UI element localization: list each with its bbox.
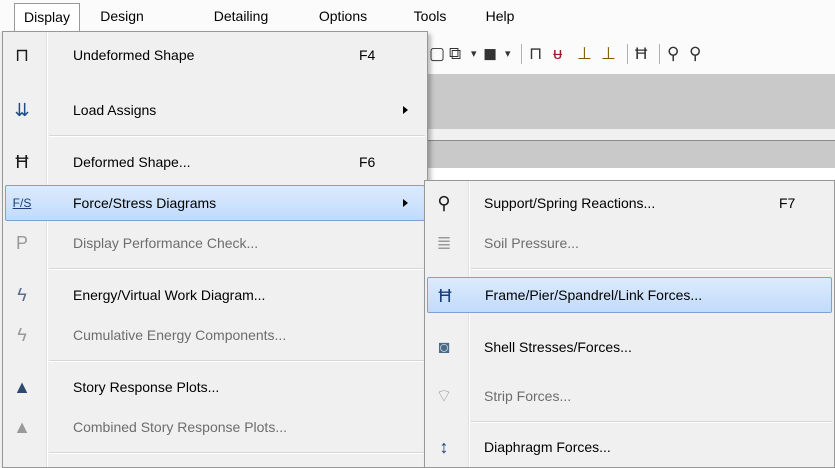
menu-tools-label: Tools: [413, 8, 447, 24]
undeformed-shape-icon: ⊓: [14, 45, 30, 65]
reactions-icon[interactable]: ⚲: [667, 44, 679, 64]
menu-design[interactable]: Design: [86, 3, 158, 29]
deformed-view-icon[interactable]: ᵾ: [553, 44, 562, 64]
frame-icon[interactable]: Ħ: [635, 44, 647, 64]
menu-item-story-response-plots[interactable]: ▲ Story Response Plots...: [5, 369, 425, 405]
menu-item-label: Frame/Pier/Spandrel/Link Forces...: [485, 287, 703, 303]
strip-forces-icon: ⌔: [435, 386, 453, 406]
menu-display-label: Display: [24, 9, 70, 25]
menu-item-label: Support/Spring Reactions...: [484, 195, 656, 211]
cumulative-energy-icon: ϟ: [17, 325, 27, 345]
menu-item-label: Diaphragm Forces...: [484, 439, 611, 455]
menu-item-label: Display Performance Check...: [73, 235, 259, 251]
view-box-icon[interactable]: ▢: [429, 44, 445, 64]
shortcut-label: F6: [359, 154, 376, 170]
toolbar: ▢ ⧉ ▾ ◼ ▾ ⊓ ᵾ ⊥ ⊥ Ħ ⚲ ⚲: [427, 32, 835, 74]
menu-item-label: Soil Pressure...: [484, 235, 579, 251]
menu-item-combined-story-response: ▲ Combined Story Response Plots...: [5, 409, 425, 445]
menu-item-undeformed-shape[interactable]: ⊓ Undeformed Shape F4: [5, 37, 425, 73]
menu-item-label: Strip Forces...: [484, 388, 572, 404]
menu-separator: [471, 268, 832, 270]
shell-stresses-icon: ◙: [438, 337, 450, 357]
menu-item-frame-pier-spandrel-link-forces[interactable]: Ħ Frame/Pier/Spandrel/Link Forces...: [427, 277, 832, 313]
load-view-icon[interactable]: ⊥: [577, 44, 592, 64]
performance-check-icon: P: [15, 233, 28, 253]
menu-detailing-label: Detailing: [213, 8, 269, 24]
menu-help[interactable]: Help: [475, 3, 525, 29]
dropdown-arrow-icon[interactable]: ▾: [471, 44, 477, 64]
load-assign-view-icon[interactable]: ⊥: [601, 44, 616, 64]
menu-item-load-assigns[interactable]: ⇊ Load Assigns: [5, 92, 425, 128]
support-reactions-icon: ⚲: [437, 193, 451, 213]
menu-item-label: Load Assigns: [73, 102, 157, 118]
menu-options[interactable]: Options: [304, 3, 382, 29]
load-assigns-icon: ⇊: [14, 100, 30, 120]
menu-item-soil-pressure: ≣ Soil Pressure...: [427, 225, 832, 261]
menu-detailing[interactable]: Detailing: [196, 3, 286, 29]
submenu-arrow-icon: [403, 106, 408, 114]
menu-item-display-performance-check: P Display Performance Check...: [5, 225, 425, 261]
menu-separator: [49, 268, 425, 270]
menu-separator: [471, 421, 832, 423]
deformed-shape-icon: Ħ: [15, 152, 29, 172]
toolbar-separator: [627, 44, 628, 64]
view-3d-icon[interactable]: ⧉: [449, 44, 461, 64]
menu-item-shell-stresses-forces[interactable]: ◙ Shell Stresses/Forces...: [427, 329, 832, 365]
diaphragm-forces-icon: ↕: [439, 437, 449, 457]
shaded-view-icon[interactable]: ◼: [483, 44, 497, 64]
menu-separator: [49, 360, 425, 362]
menu-item-label: Undeformed Shape: [73, 47, 195, 63]
menu-separator: [49, 135, 425, 137]
menu-item-label: Deformed Shape...: [73, 154, 191, 170]
workspace-band: [427, 74, 835, 129]
menu-item-label: Shell Stresses/Forces...: [484, 339, 632, 355]
menu-item-force-stress-diagrams[interactable]: F/S Force/Stress Diagrams: [5, 185, 425, 221]
menu-item-strip-forces: ⌔ Strip Forces...: [427, 378, 832, 414]
menu-item-label: Combined Story Response Plots...: [73, 419, 287, 435]
menu-separator: [49, 452, 425, 454]
soil-pressure-icon: ≣: [436, 233, 452, 253]
menu-item-support-spring-reactions[interactable]: ⚲ Support/Spring Reactions... F7: [427, 185, 832, 221]
menu-item-label: Story Response Plots...: [73, 379, 220, 395]
menu-item-label: Force/Stress Diagrams: [73, 195, 217, 211]
shortcut-label: F7: [779, 195, 796, 211]
menu-bar: Display Design Detailing Options Tools H…: [0, 0, 835, 33]
menu-item-diaphragm-forces[interactable]: ↕ Diaphragm Forces...: [427, 429, 832, 465]
undeformed-view-icon[interactable]: ⊓: [529, 44, 542, 64]
menu-options-label: Options: [318, 8, 368, 24]
menu-item-label: Cumulative Energy Components...: [73, 327, 287, 343]
story-response-icon: ▲: [13, 377, 31, 397]
menu-item-deformed-shape[interactable]: Ħ Deformed Shape... F6: [5, 144, 425, 180]
menu-design-label: Design: [100, 8, 144, 24]
combined-story-icon: ▲: [13, 417, 31, 437]
force-stress-icon: F/S: [12, 196, 32, 210]
force-stress-submenu: ⚲ Support/Spring Reactions... F7 ≣ Soil …: [424, 180, 835, 468]
menu-item-energy-virtual-work[interactable]: ϟ Energy/Virtual Work Diagram...: [5, 277, 425, 313]
display-menu: ⊓ Undeformed Shape F4 ⇊ Load Assigns Ħ D…: [2, 31, 428, 468]
toolbar-separator: [521, 44, 522, 64]
workspace-tab-strip: [427, 140, 835, 169]
reactions-icon-2[interactable]: ⚲: [689, 44, 701, 64]
menu-item-cumulative-energy: ϟ Cumulative Energy Components...: [5, 317, 425, 353]
menu-help-label: Help: [485, 8, 515, 24]
shortcut-label: F4: [359, 47, 376, 63]
toolbar-separator: [659, 44, 660, 64]
menu-display[interactable]: Display: [14, 3, 80, 33]
submenu-arrow-icon: [403, 199, 408, 207]
frame-forces-icon: Ħ: [438, 286, 452, 306]
menu-item-label: Energy/Virtual Work Diagram...: [73, 287, 266, 303]
menu-tools[interactable]: Tools: [400, 3, 460, 29]
dropdown-arrow-icon[interactable]: ▾: [505, 44, 511, 64]
energy-icon: ϟ: [17, 285, 27, 305]
